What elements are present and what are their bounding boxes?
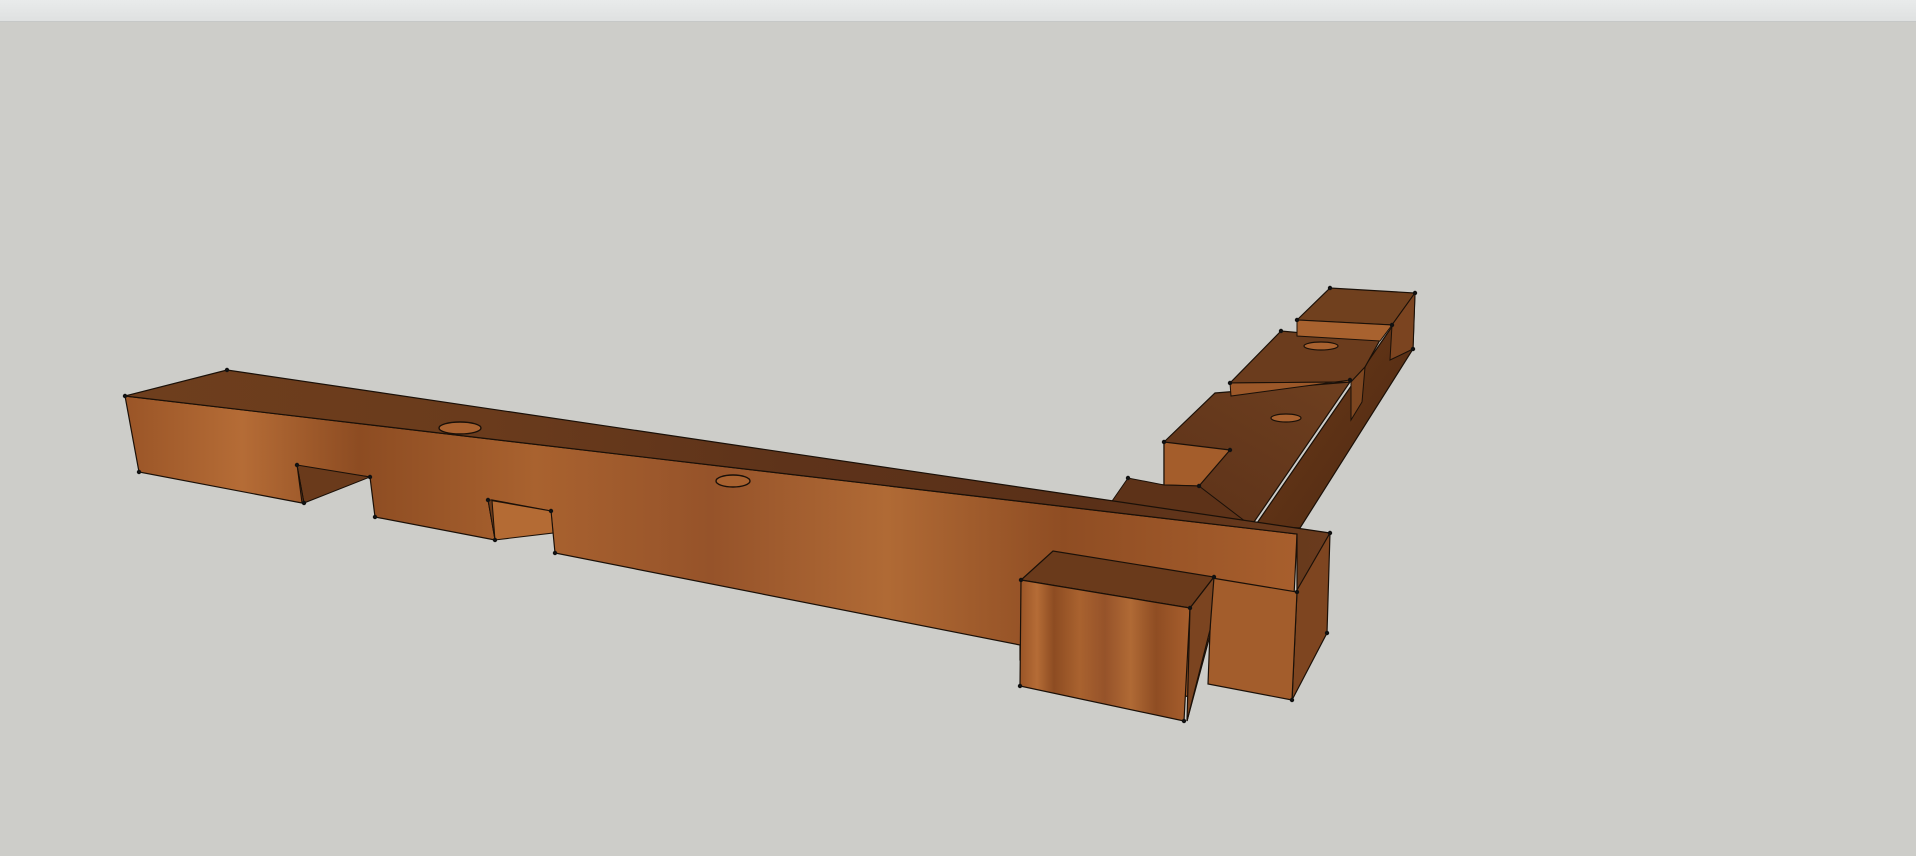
model-scene[interactable]: [0, 0, 1916, 856]
beam-front-right: [1207, 577, 1298, 701]
hole-3[interactable]: [1270, 413, 1302, 423]
hole-1[interactable]: [438, 421, 482, 435]
hole-2[interactable]: [715, 474, 751, 488]
hole-4[interactable]: [1303, 341, 1339, 351]
app-window: [0, 0, 1916, 856]
corner-block[interactable]: [1019, 550, 1216, 722]
side-arm[interactable]: [1108, 287, 1417, 529]
